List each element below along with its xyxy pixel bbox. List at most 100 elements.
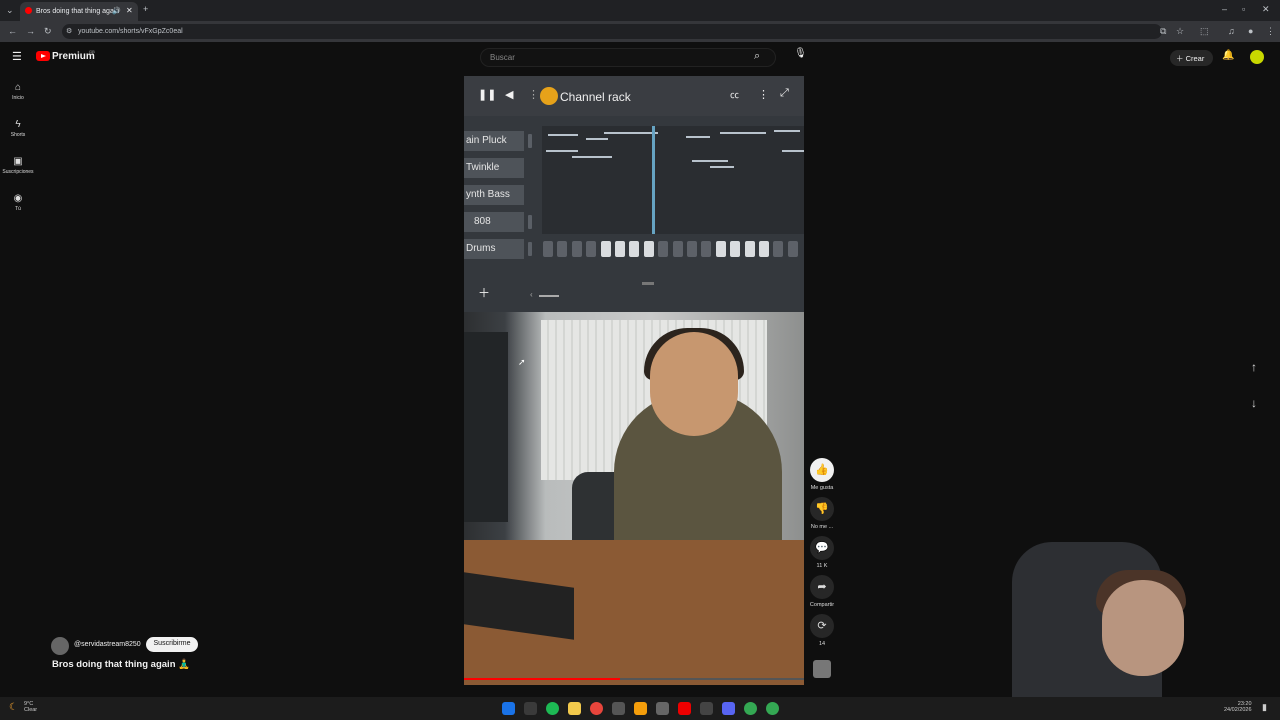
drum-step [773,241,784,257]
streamer-webcam-overlay [990,540,1220,700]
note [710,166,734,168]
channel-name: ain Pluck [464,131,524,151]
site-info-icon[interactable]: ⚙ [66,27,72,35]
close-window-icon[interactable]: ✕ [1262,4,1270,15]
more-options-icon[interactable]: ⋮ [758,88,769,101]
note [686,136,710,138]
start-button-icon[interactable] [502,702,515,715]
drum-step [787,241,798,257]
sidebar-item-shorts[interactable]: ϟ Shorts [0,119,36,138]
sidebar-item-suscripciones[interactable]: ▣ Suscripciones [0,156,36,175]
menu-icon[interactable]: ⋮ [1266,26,1275,37]
search-input[interactable]: Buscar [480,48,776,67]
app-icon[interactable] [700,702,713,715]
share-button[interactable]: ➦ Compartir [809,575,835,608]
video-progress-bar[interactable] [464,678,804,680]
sidebar-item-label: Suscripciones [2,169,34,175]
remix-button[interactable]: ⟳ 14 [809,614,835,647]
create-button[interactable]: ＋ Crear [1170,50,1213,66]
youtube-app-icon[interactable] [678,702,691,715]
extensions-icon[interactable]: ⬚ [1200,26,1209,37]
sidebar-item-tu[interactable]: ◉ Tú [0,193,36,212]
app-icon[interactable] [634,702,647,715]
back-icon[interactable]: ← [8,26,17,36]
url-text: youtube.com/shorts/vFxGpZc0eal [78,28,183,35]
fullscreen-icon[interactable]: ⤢ [780,87,789,100]
reload-icon[interactable]: ↻ [44,26,52,37]
notification-center-icon[interactable]: ▮ [1262,702,1267,713]
note [720,132,766,134]
drum-step [557,241,568,257]
chrome-icon[interactable] [590,702,603,715]
note [546,150,578,152]
volume-icon[interactable]: ◀ [505,88,513,101]
microphone-icon[interactable]: 🎙 [794,48,807,66]
sidebar-item-label: Shorts [10,132,26,138]
windows-taskbar: ☾ 9°C Clear 23:20 24/02/2026 ▮ [0,697,1280,720]
comment-icon: 💬 [810,536,834,560]
spotify-icon[interactable] [546,702,559,715]
weather-widget[interactable]: 9°C Clear [24,701,37,713]
channel-handle[interactable]: @servidastream8250 [74,641,141,648]
url-field[interactable]: ⚙ youtube.com/shorts/vFxGpZc0eal [62,24,1162,39]
weather-icon[interactable]: ☾ [9,702,18,713]
drag-handle-icon: ⋮ [528,89,539,101]
dislike-button[interactable]: 👎 No me ... [809,497,835,530]
app-icon[interactable] [612,702,625,715]
sound-thumbnail[interactable] [813,660,831,678]
weather-desc: Clear [24,707,38,713]
pause-icon[interactable]: ❚❚ [478,88,496,101]
previous-short-button[interactable]: ↑ [1243,360,1265,382]
chrome-profile-icon[interactable] [744,702,757,715]
youtube-logo-icon[interactable] [36,51,50,61]
search-icon[interactable]: ⌕ [754,50,760,63]
drum-step [658,241,669,257]
region-code: GB [89,49,95,54]
sidebar-item-label: Inicio [12,95,24,101]
search-placeholder: Buscar [490,53,515,62]
bookmark-star-icon[interactable]: ☆ [1176,26,1184,37]
speaker-icon[interactable]: 🔊 [112,7,121,15]
next-short-button[interactable]: ↓ [1243,396,1265,418]
remix-count: 14 [818,641,826,647]
scroll-left-icon[interactable]: ‹ [530,290,533,299]
drum-step [672,241,683,257]
channel-mixer-strip [528,242,532,256]
like-button[interactable]: 👍 Me gusta [809,458,835,491]
speaker-panel [464,332,508,522]
calendar-icon[interactable] [656,702,669,715]
discord-icon[interactable] [722,702,735,715]
add-channel-icon[interactable]: ＋ [478,284,490,301]
hamburger-menu-icon[interactable]: ☰ [12,50,22,63]
open-in-app-icon[interactable]: ⧉ [1160,26,1166,37]
tab-search-icon[interactable]: ⌄ [6,5,14,16]
media-control-icon[interactable]: ♫ [1228,26,1235,36]
browser-tab[interactable]: Bros doing that thing again 🔊 ✕ [20,2,138,21]
short-video-player[interactable]: ❚❚ ◀ ⋮ Channel rack ㏄ ⋮ ⤢ ain Pluck Twin… [464,76,804,685]
profile-icon[interactable]: ● [1248,26,1253,36]
pen-app-icon[interactable] [524,702,537,715]
minimize-icon[interactable]: – [1222,4,1227,14]
forward-icon[interactable]: → [26,26,35,36]
system-clock[interactable]: 23:20 24/02/2026 [1224,701,1252,713]
you-icon: ◉ [13,193,23,204]
subscribe-button[interactable]: Suscribirme [146,637,198,652]
drum-step [643,241,654,257]
notifications-bell-icon[interactable]: 🔔 [1222,50,1234,61]
account-avatar[interactable] [1250,50,1264,64]
sidebar-item-inicio[interactable]: ⌂ Inicio [0,82,36,101]
chrome-profile-icon[interactable] [766,702,779,715]
video-title[interactable]: Bros doing that thing again 🧘‍♂️ [52,659,190,670]
channel-avatar[interactable] [51,637,69,655]
captions-icon[interactable]: ㏄ [730,88,739,101]
zoom-slider[interactable] [539,295,559,297]
scroll-handle[interactable] [642,282,654,285]
thumbs-down-icon: 👎 [810,497,834,521]
maximize-icon[interactable]: ▫ [1242,4,1245,14]
drum-step [744,241,755,257]
new-tab-button[interactable]: + [143,4,148,14]
streamer-face [1102,580,1184,676]
comments-button[interactable]: 💬 11 K [809,536,835,569]
file-explorer-icon[interactable] [568,702,581,715]
tab-close-icon[interactable]: ✕ [126,6,133,15]
